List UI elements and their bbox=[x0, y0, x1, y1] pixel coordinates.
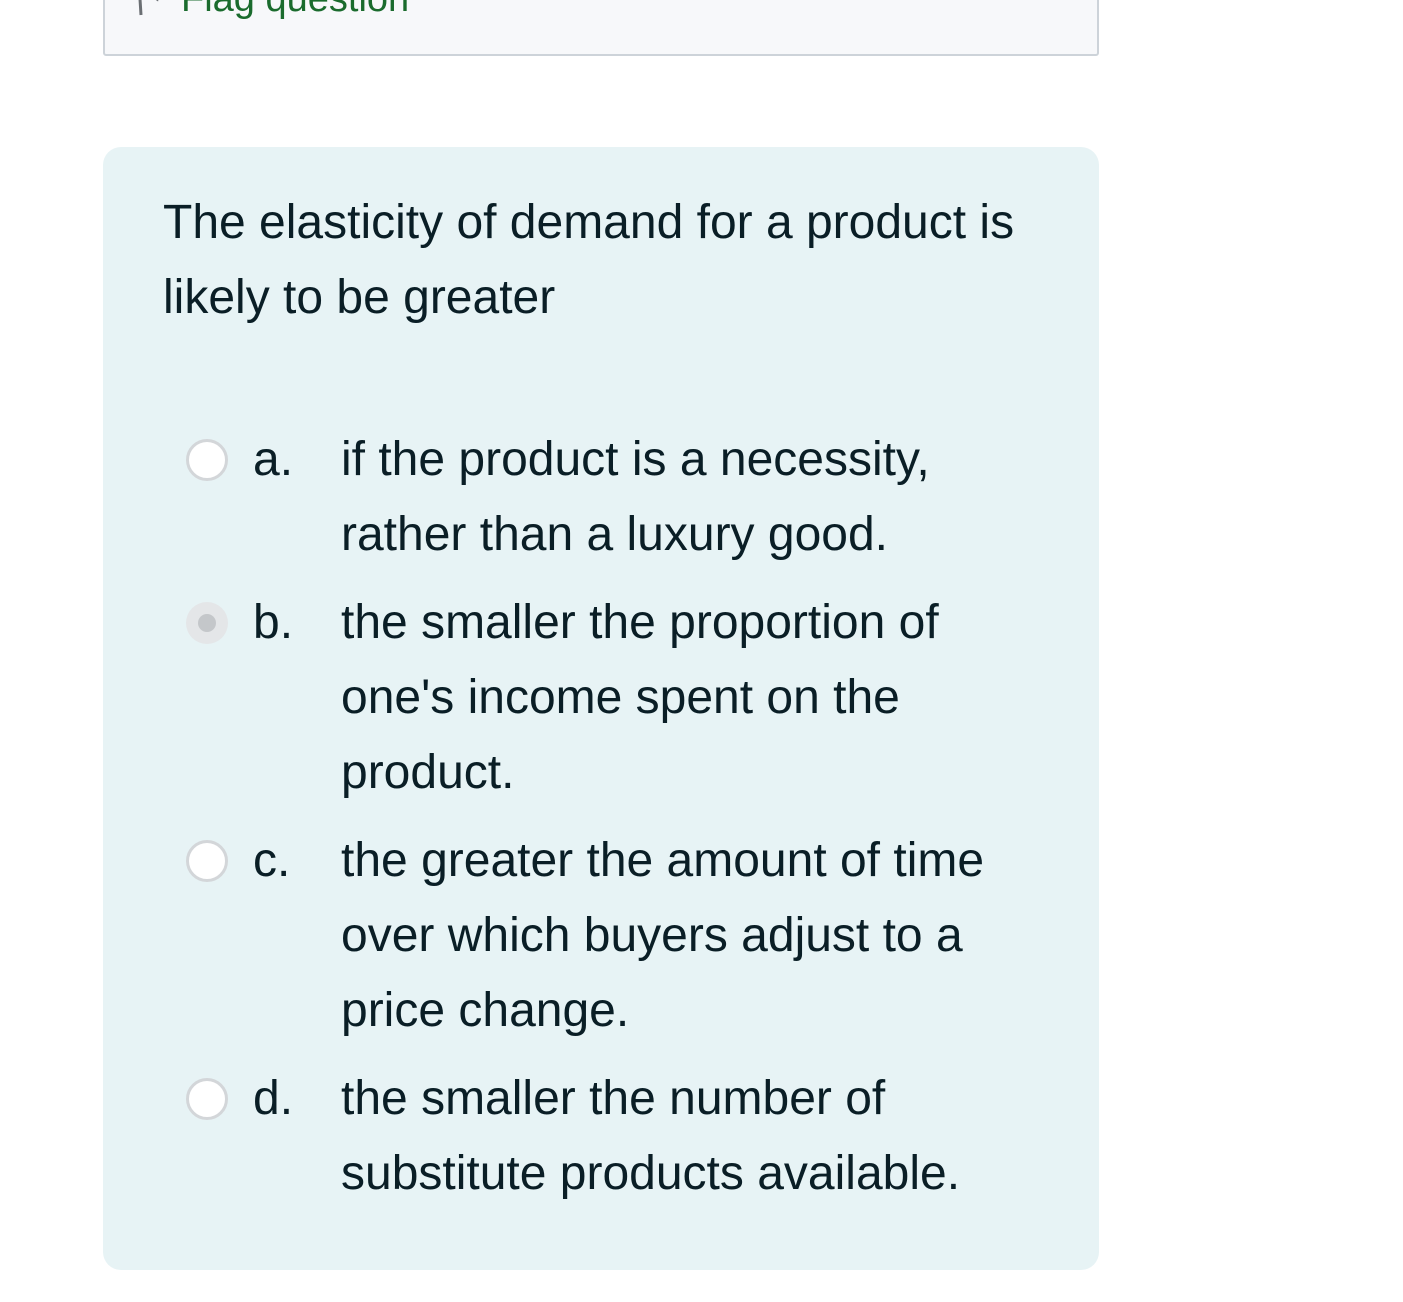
option-text: the smaller the number of substitute pro… bbox=[341, 1072, 961, 1200]
answer-option-d[interactable]: d. the smaller the number of substitute … bbox=[186, 1061, 1066, 1211]
answer-options: a. if the product is a necessity, rather… bbox=[186, 422, 1066, 1224]
answer-option-c[interactable]: c. the greater the amount of time over w… bbox=[186, 823, 1066, 1048]
answer-option-a[interactable]: a. if the product is a necessity, rather… bbox=[186, 422, 1066, 572]
option-text: if the product is a necessity, rather th… bbox=[341, 433, 930, 561]
option-text: the greater the amount of time over whic… bbox=[341, 834, 985, 1037]
flag-question-link[interactable]: Flag question bbox=[135, 0, 409, 21]
radio-button-a[interactable] bbox=[186, 439, 228, 481]
option-letter: b. bbox=[253, 596, 294, 649]
option-letter: c. bbox=[253, 834, 291, 887]
option-text: the smaller the proportion of one's inco… bbox=[341, 596, 939, 799]
question-text: The elasticity of demand for a product i… bbox=[163, 196, 1015, 324]
radio-button-c[interactable] bbox=[186, 840, 228, 882]
option-letter: d. bbox=[253, 1072, 294, 1125]
question-card: The elasticity of demand for a product i… bbox=[103, 147, 1099, 1270]
option-letter: a. bbox=[253, 433, 294, 486]
radio-button-b[interactable] bbox=[186, 602, 228, 644]
radio-button-d[interactable] bbox=[186, 1078, 228, 1120]
answer-option-b[interactable]: b. the smaller the proportion of one's i… bbox=[186, 585, 1066, 810]
question-info-box: Flag question bbox=[103, 0, 1099, 56]
flag-icon bbox=[135, 0, 163, 17]
flag-question-label: Flag question bbox=[181, 0, 409, 21]
